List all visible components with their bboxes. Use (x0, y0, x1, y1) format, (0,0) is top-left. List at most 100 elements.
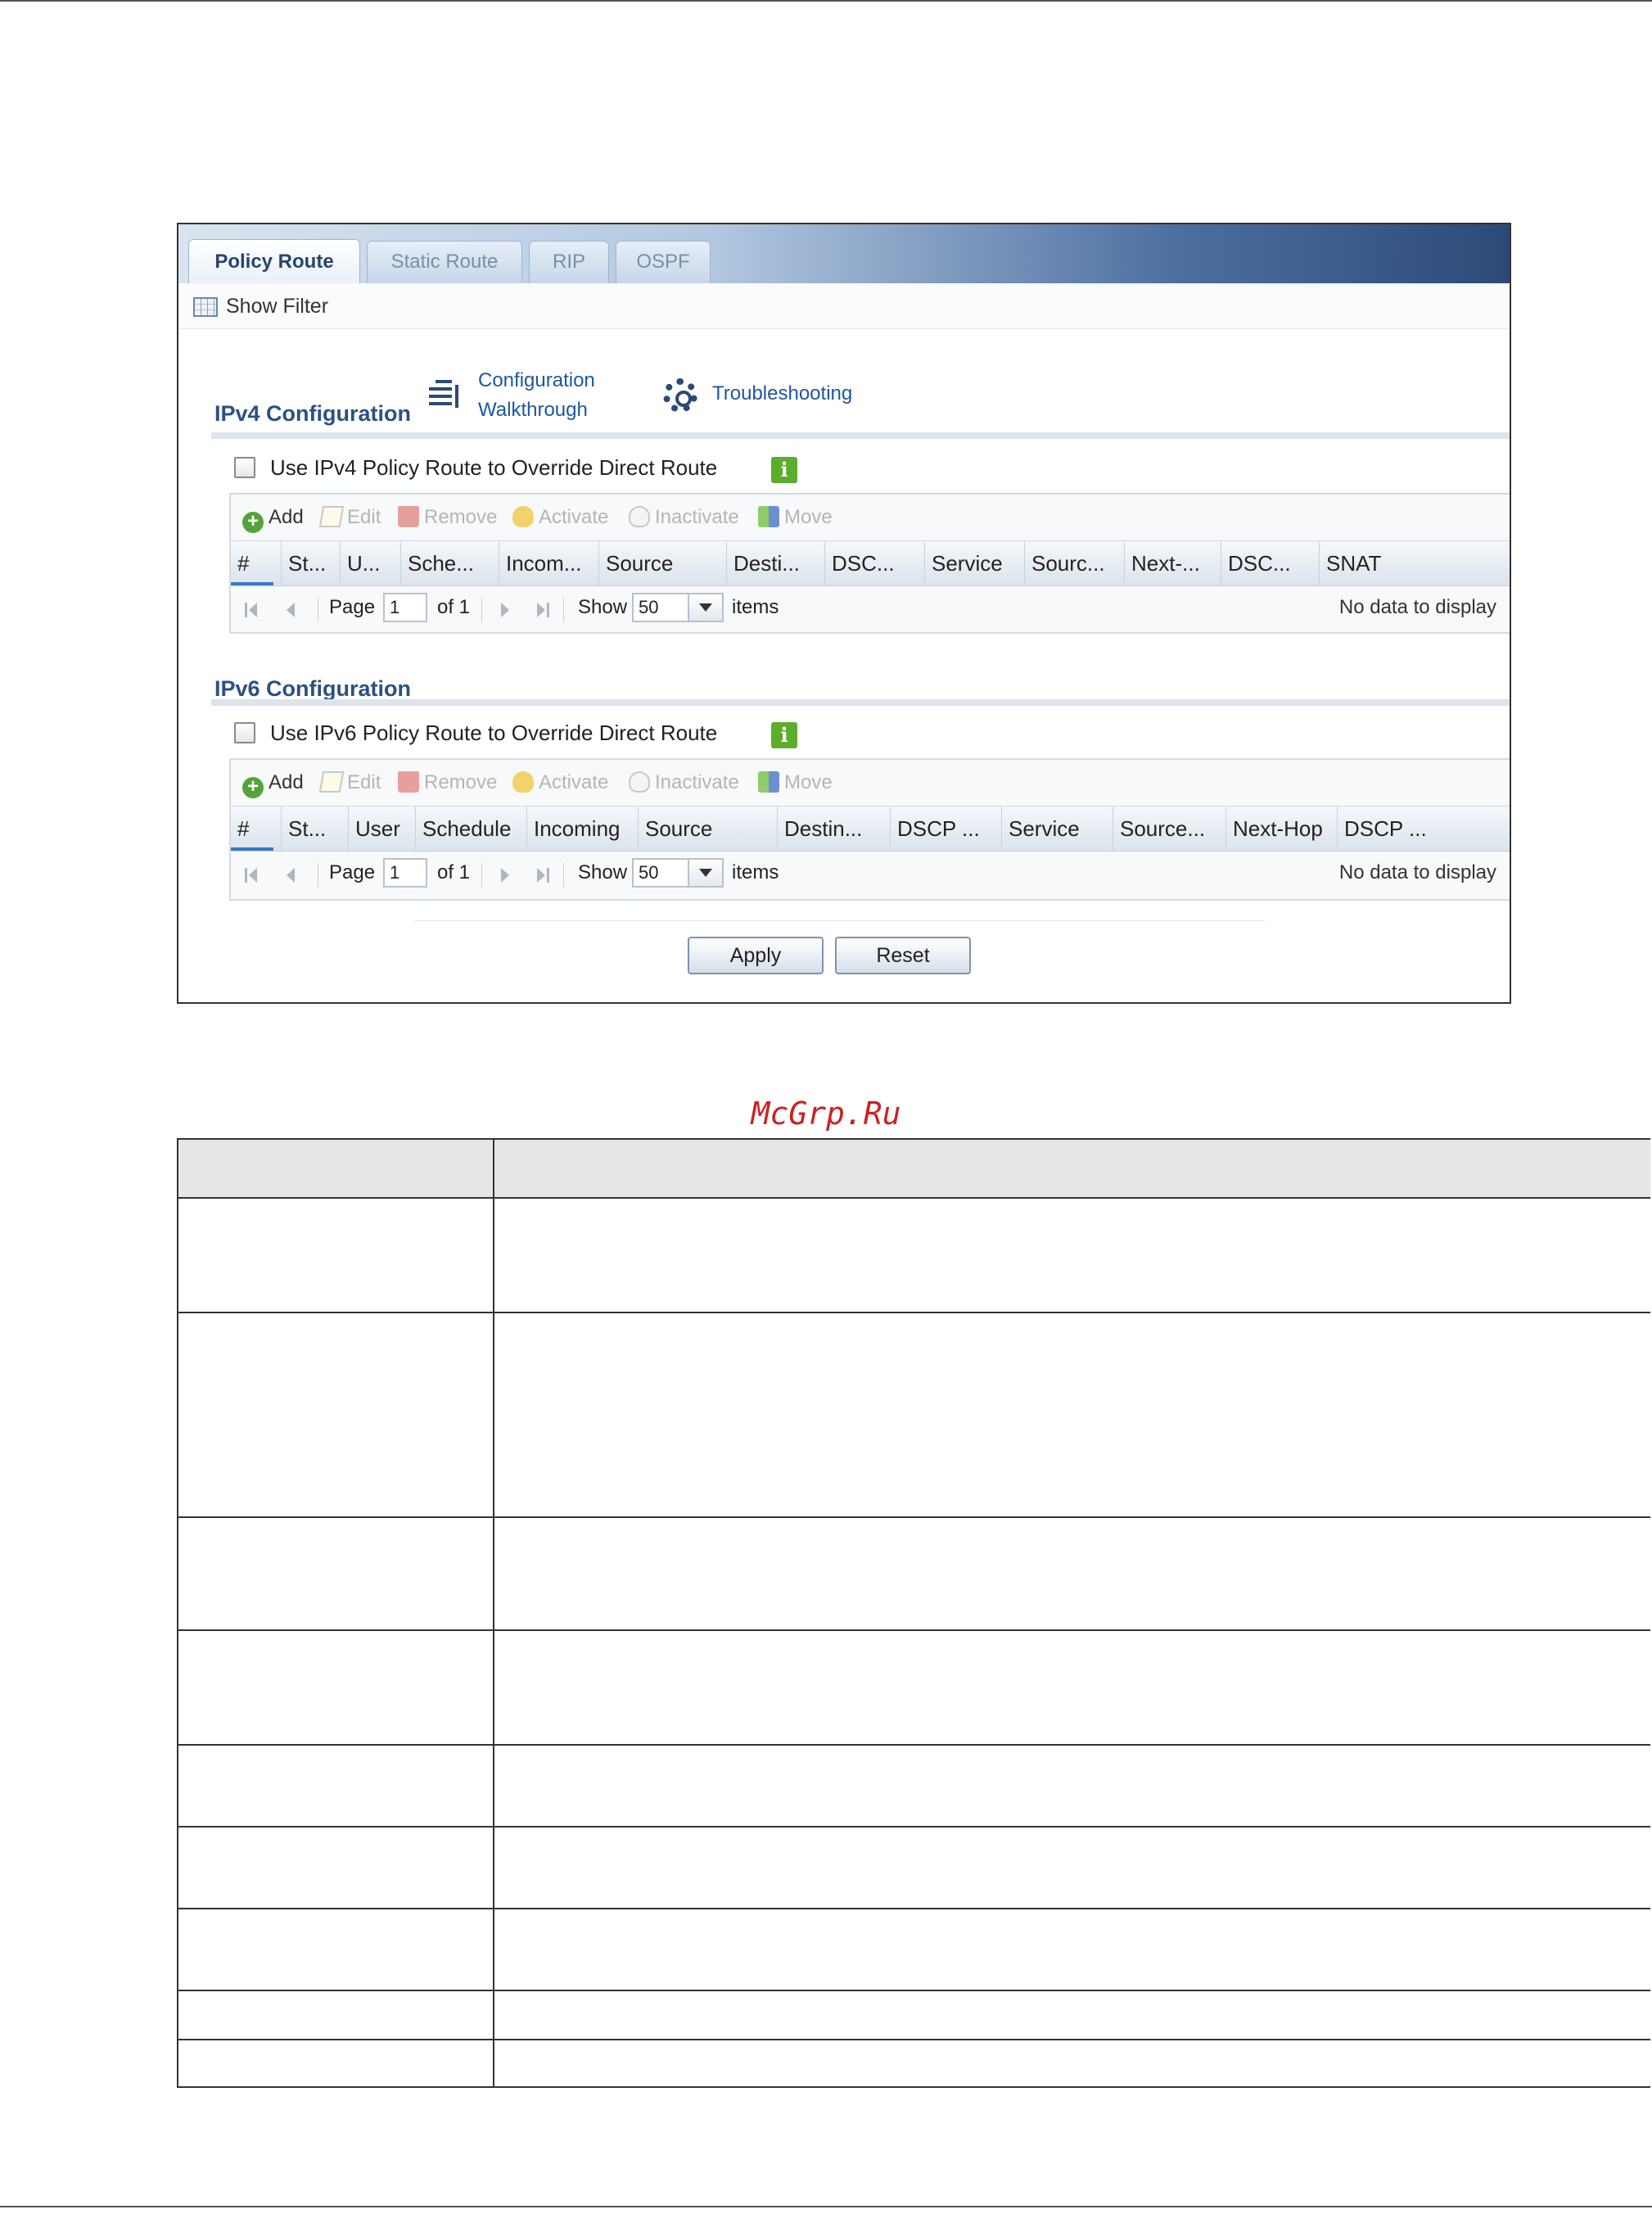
ipv6-table-toolbar: + Add Edit Remove Activate Inactivate Mov… (231, 760, 1510, 806)
ipv4-move-button[interactable]: Move (758, 506, 833, 529)
ipv6-move-button[interactable]: Move (758, 771, 833, 794)
ipv6-items-per-page-select[interactable]: 50 (632, 858, 689, 888)
ipv4-col-snat[interactable]: SNAT (1320, 541, 1510, 585)
table-row (177, 1826, 1650, 1908)
ipv4-activate-button[interactable]: Activate (512, 506, 608, 529)
ipv6-no-data-message: No data to display (1338, 861, 1496, 883)
ipv6-pager: Page 1 of 1 Show 50 items No data to dis… (231, 850, 1510, 899)
ipv4-add-button[interactable]: + Add (242, 506, 304, 533)
pager-separator (563, 598, 564, 622)
table-row (177, 2039, 1650, 2088)
tab-rip[interactable]: RIP (529, 241, 609, 283)
policy-route-screen: Policy Route Static Route RIP OSPF Show … (177, 223, 1511, 1004)
show-label: Show (578, 861, 628, 883)
table-row (177, 1312, 1650, 1516)
first-page-icon[interactable] (244, 601, 259, 619)
activate-bulb-icon (512, 771, 534, 793)
next-page-icon[interactable] (498, 601, 512, 619)
ipv4-info-icon[interactable]: i (771, 457, 797, 483)
add-icon: + (242, 512, 264, 533)
ipv4-col-next-hop[interactable]: Next-... (1125, 541, 1221, 585)
ipv4-override-checkbox[interactable] (234, 457, 255, 478)
ipv4-items-per-page-select[interactable]: 50 (632, 593, 689, 622)
ipv4-col-number[interactable]: # (231, 541, 282, 585)
reset-button[interactable]: Reset (835, 937, 971, 974)
ipv4-page-input[interactable]: 1 (383, 593, 427, 622)
ipv4-edit-button[interactable]: Edit (318, 506, 381, 529)
ipv4-col-schedule[interactable]: Sche... (401, 541, 499, 585)
ipv6-col-next-hop[interactable]: Next-Hop (1226, 807, 1338, 851)
show-filter-label: Show Filter (226, 295, 329, 318)
pager-separator (481, 598, 482, 622)
tab-bar: Policy Route Static Route RIP OSPF (178, 224, 1510, 283)
ipv6-col-schedule[interactable]: Schedule (416, 807, 527, 851)
ipv6-inactivate-button[interactable]: Inactivate (629, 771, 739, 794)
ipv6-col-source[interactable]: Source (639, 807, 778, 851)
last-page-icon[interactable] (535, 601, 550, 619)
last-page-icon[interactable] (535, 866, 550, 884)
ipv4-inactivate-button[interactable]: Inactivate (629, 506, 739, 529)
ipv6-col-status[interactable]: St... (282, 807, 349, 851)
ipv6-col-incoming[interactable]: Incoming (527, 807, 639, 851)
ipv4-table-header: # St... U... Sche... Incom... Source Des… (231, 540, 1510, 586)
ipv4-pager: Page 1 of 1 Show 50 items No data to dis… (231, 585, 1510, 634)
ipv6-remove-button[interactable]: Remove (398, 771, 497, 794)
next-page-icon[interactable] (498, 866, 512, 884)
ipv4-col-dscp[interactable]: DSC... (825, 541, 925, 585)
button-divider (414, 920, 1266, 921)
filter-bar: Show Filter (178, 283, 1510, 329)
previous-page-icon[interactable] (283, 601, 298, 619)
ipv6-activate-button[interactable]: Activate (512, 771, 608, 794)
ipv4-col-user[interactable]: U... (341, 541, 401, 585)
ipv6-col-dscp[interactable]: DSCP ... (891, 807, 1002, 851)
table-row (177, 1197, 1650, 1312)
ipv6-col-user[interactable]: User (349, 807, 416, 851)
ipv6-col-number[interactable]: # (231, 807, 282, 851)
show-label: Show (578, 596, 628, 618)
tab-ospf[interactable]: OSPF (616, 241, 711, 283)
chevron-down-icon[interactable] (689, 858, 724, 888)
table-row (177, 1990, 1650, 2039)
ipv6-page-input[interactable]: 1 (383, 858, 427, 888)
ipv4-col-incoming[interactable]: Incom... (499, 541, 599, 585)
table-header-row (177, 1138, 1650, 1197)
previous-page-icon[interactable] (283, 866, 298, 884)
ipv6-add-button[interactable]: + Add (242, 771, 304, 798)
ipv6-col-destination[interactable]: Destin... (778, 807, 891, 851)
ipv6-override-checkbox[interactable] (234, 722, 255, 743)
ipv6-policy-route-table: + Add Edit Remove Activate Inactivate Mov… (229, 758, 1510, 901)
page-count-label: of 1 (437, 861, 471, 883)
table-row (177, 1516, 1650, 1629)
activate-bulb-icon (512, 506, 534, 527)
troubleshooting-label: Troubleshooting (712, 382, 853, 404)
first-page-icon[interactable] (244, 866, 259, 884)
add-icon: + (242, 777, 264, 798)
page-count-label: of 1 (437, 596, 471, 618)
page-top-rule (0, 0, 1652, 2)
ipv4-section-title: IPv4 Configuration (214, 401, 412, 426)
edit-icon (318, 506, 345, 527)
ipv4-col-source[interactable]: Source (599, 541, 727, 585)
tab-static-route[interactable]: Static Route (367, 241, 522, 283)
ipv4-col-dscp-marking[interactable]: DSC... (1221, 541, 1320, 585)
items-label: items (732, 596, 779, 618)
apply-button[interactable]: Apply (688, 937, 824, 974)
ipv6-col-source-port[interactable]: Source... (1113, 807, 1226, 851)
pager-separator (563, 863, 564, 888)
tab-policy-route[interactable]: Policy Route (188, 239, 360, 283)
ipv6-edit-button[interactable]: Edit (318, 771, 381, 794)
walkthrough-icon (427, 373, 460, 414)
ipv4-col-destination[interactable]: Desti... (727, 541, 825, 585)
move-icon (758, 771, 779, 793)
ipv6-section-title: IPv6 Configuration (214, 676, 412, 701)
chevron-down-icon[interactable] (689, 593, 724, 622)
ipv4-override-label: Use IPv4 Policy Route to Override Direct… (270, 455, 718, 480)
ipv6-info-icon[interactable]: i (771, 722, 797, 748)
ipv4-col-service[interactable]: Service (925, 541, 1025, 585)
ipv4-col-source-port[interactable]: Sourc... (1025, 541, 1125, 585)
ipv4-col-status[interactable]: St... (282, 541, 341, 585)
ipv4-remove-button[interactable]: Remove (398, 506, 497, 529)
ipv6-col-service[interactable]: Service (1002, 807, 1113, 851)
page-label: Page (329, 861, 376, 883)
ipv6-col-dscp-marking[interactable]: DSCP ... (1338, 807, 1510, 851)
